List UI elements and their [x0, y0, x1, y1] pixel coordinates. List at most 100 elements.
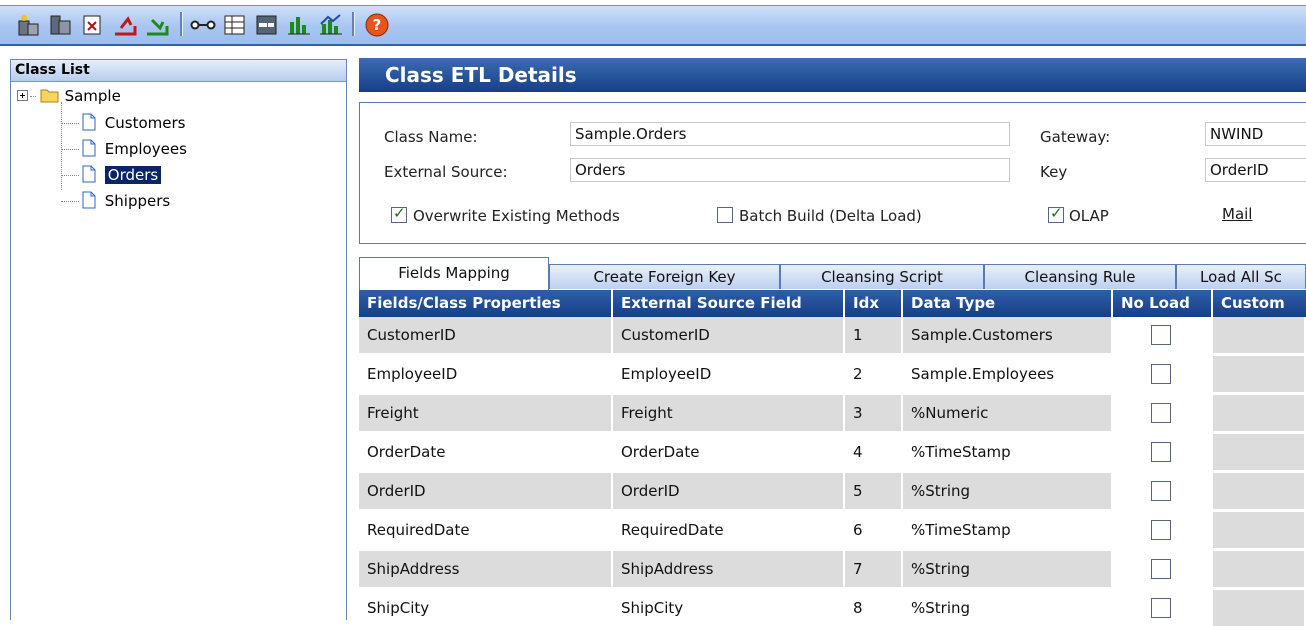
document-icon [82, 113, 96, 131]
no-load-checkbox[interactable] [1151, 481, 1171, 501]
tab-cleansing-rule[interactable]: Cleansing Rule [984, 264, 1176, 289]
no-load-checkbox[interactable] [1151, 442, 1171, 462]
database-icon[interactable] [48, 12, 74, 38]
grid-cell-idx: 5 [845, 473, 903, 509]
grid-cell-source: Freight [613, 395, 845, 431]
no-load-checkbox[interactable] [1151, 325, 1171, 345]
help-icon[interactable]: ? [364, 12, 390, 38]
no-load-checkbox[interactable] [1151, 520, 1171, 540]
batch-build-label: Batch Build (Delta Load) [739, 207, 922, 225]
overwrite-checkbox[interactable] [391, 204, 407, 223]
folder-icon [40, 89, 59, 103]
tree-item-customers[interactable]: Customers [61, 112, 185, 134]
custom-cell [1213, 356, 1306, 392]
new-class-icon[interactable] [16, 12, 42, 38]
external-source-field[interactable]: Orders [570, 158, 1010, 182]
column-header[interactable]: No Load [1113, 290, 1213, 317]
tab-fields-mapping[interactable]: Fields Mapping [359, 257, 549, 291]
grid-cell-type: Sample.Employees [903, 356, 1113, 392]
no-load-cell [1113, 590, 1213, 626]
tree-root-label: Sample [64, 87, 121, 105]
custom-cell [1213, 395, 1306, 431]
tree-root[interactable]: Sample [17, 85, 121, 107]
key-field[interactable]: OrderID [1205, 158, 1306, 182]
chart-icon[interactable] [318, 12, 344, 38]
column-header[interactable]: Fields/Class Properties [359, 290, 613, 317]
tree-item-label: Customers [104, 114, 186, 132]
grid-cell-type: %TimeStamp [903, 512, 1113, 548]
details-form: Class Name: Sample.Orders External Sourc… [359, 102, 1306, 244]
tab-create-foreign-key[interactable]: Create Foreign Key [549, 264, 780, 289]
column-header[interactable]: Idx [845, 290, 903, 317]
grid-cell-type: %String [903, 473, 1113, 509]
grid-cell-idx: 3 [845, 395, 903, 431]
overwrite-label: Overwrite Existing Methods [413, 207, 620, 225]
grid-cell-source: ShipAddress [613, 551, 845, 587]
gateway-label: Gateway: [1040, 128, 1111, 146]
grid-cell-type: %String [903, 590, 1113, 626]
no-load-checkbox[interactable] [1151, 403, 1171, 423]
custom-cell [1213, 317, 1306, 353]
document-icon [82, 139, 96, 157]
tree-connector [61, 149, 79, 150]
no-load-cell [1113, 551, 1213, 587]
no-load-checkbox[interactable] [1151, 559, 1171, 579]
column-header[interactable]: External Source Field [613, 290, 845, 317]
grid-cell-type: %TimeStamp [903, 434, 1113, 470]
tab-cleansing-script[interactable]: Cleansing Script [780, 264, 984, 289]
class-name-label: Class Name: [384, 128, 478, 146]
no-load-cell [1113, 356, 1213, 392]
column-header[interactable]: Custom [1213, 290, 1306, 317]
expand-icon[interactable] [17, 90, 29, 102]
tree-connector [61, 123, 79, 124]
tree-item-employees[interactable]: Employees [61, 138, 187, 160]
relation-icon[interactable] [190, 12, 216, 38]
no-load-checkbox[interactable] [1151, 598, 1171, 618]
load-icon[interactable] [144, 12, 170, 38]
batch-build-checkbox[interactable] [717, 207, 733, 223]
tree-connector [61, 175, 79, 176]
no-load-checkbox[interactable] [1151, 364, 1171, 384]
key-label: Key [1040, 163, 1068, 181]
grid-cell-idx: 8 [845, 590, 903, 626]
table-edit-icon[interactable] [254, 12, 280, 38]
no-load-cell [1113, 395, 1213, 431]
grid-cell-source: RequiredDate [613, 512, 845, 548]
gateway-field[interactable]: NWIND [1205, 122, 1306, 146]
tree-item-orders[interactable]: Orders [61, 164, 162, 186]
tab-load-all[interactable]: Load All Sc [1176, 264, 1306, 289]
grid-cell-field: Freight [359, 395, 613, 431]
grid-cell-field: OrderDate [359, 434, 613, 470]
document-icon [82, 165, 96, 183]
export-icon[interactable] [112, 12, 138, 38]
grid-cell-type: %String [903, 551, 1113, 587]
custom-cell [1213, 512, 1306, 548]
olap-label: OLAP [1069, 207, 1109, 225]
grid-cell-field: EmployeeID [359, 356, 613, 392]
grid-cell-field: RequiredDate [359, 512, 613, 548]
custom-cell [1213, 551, 1306, 587]
grid-cell-source: EmployeeID [613, 356, 845, 392]
tree-item-shippers[interactable]: Shippers [61, 190, 170, 212]
svg-text:?: ? [373, 16, 382, 34]
class-name-field[interactable]: Sample.Orders [570, 122, 1010, 146]
import-icon[interactable] [80, 12, 106, 38]
grid-cell-source: CustomerID [613, 317, 845, 353]
column-header[interactable]: Data Type [903, 290, 1113, 317]
toolbar-separator [180, 12, 183, 36]
grid-cell-type: Sample.Customers [903, 317, 1113, 353]
grid-cell-field: CustomerID [359, 317, 613, 353]
grid-cell-idx: 4 [845, 434, 903, 470]
table-icon[interactable] [222, 12, 248, 38]
document-icon [82, 191, 96, 209]
main-toolbar: ? [0, 0, 1306, 46]
no-load-cell [1113, 317, 1213, 353]
grid-cell-idx: 7 [845, 551, 903, 587]
tree-connector [61, 201, 79, 202]
tree-item-label: Employees [104, 140, 187, 158]
olap-checkbox[interactable] [1048, 204, 1064, 223]
mail-link[interactable]: Mail [1222, 205, 1252, 223]
grid-cell-source: ShipCity [613, 590, 845, 626]
grid-cell-field: ShipCity [359, 590, 613, 626]
bar-chart-icon[interactable] [286, 12, 312, 38]
